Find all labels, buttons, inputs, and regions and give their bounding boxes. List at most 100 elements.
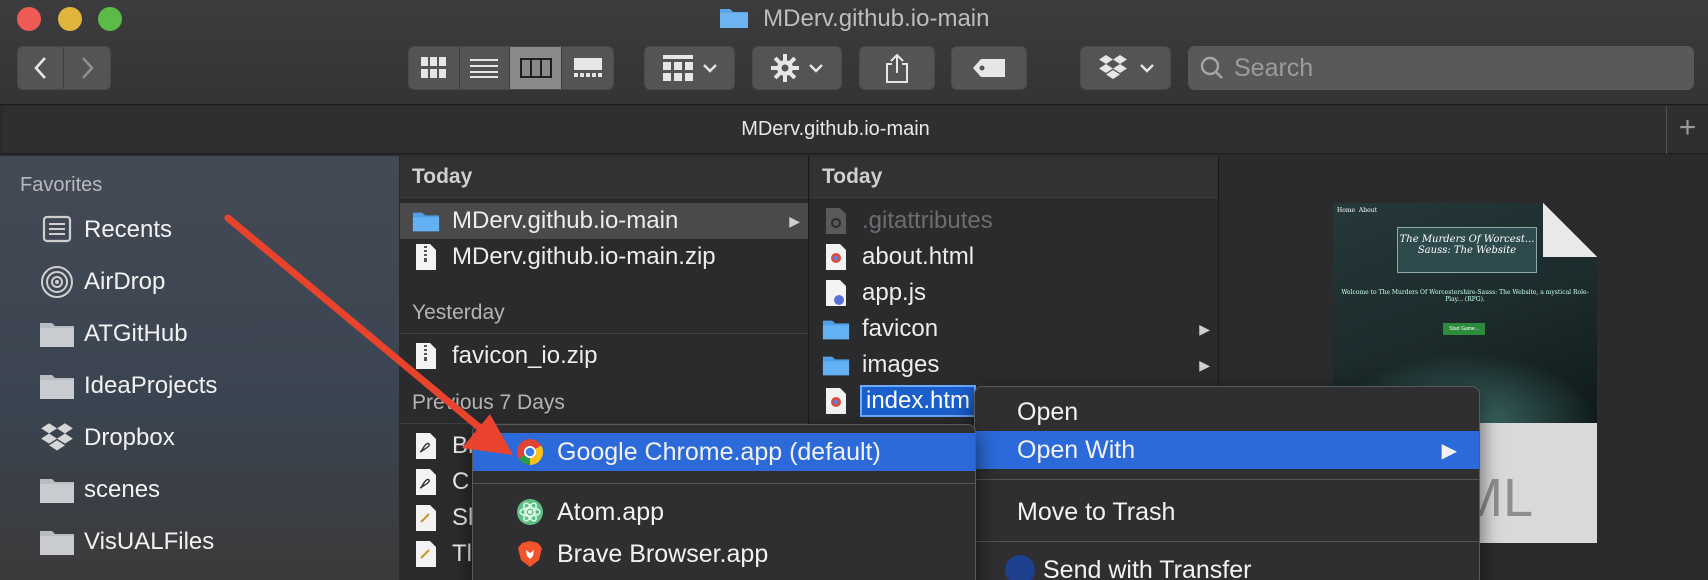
folder-icon bbox=[822, 350, 850, 380]
sidebar-item-atgithub[interactable]: ATGitHub bbox=[38, 314, 188, 354]
sidebar-item-recents[interactable]: Recents bbox=[38, 210, 172, 250]
preview-nav: Home About bbox=[1337, 207, 1377, 214]
item-label: .gitattributes bbox=[862, 207, 993, 234]
chevron-right-icon: ▶ bbox=[1199, 320, 1210, 337]
menu-item-label: Send with Transfer bbox=[1043, 555, 1252, 580]
script-file-icon bbox=[412, 503, 440, 533]
section-header-previous-7-days: Previous 7 Days bbox=[400, 382, 808, 424]
submenu-item-brave[interactable]: Brave Browser.app bbox=[473, 535, 975, 573]
preview-intro: Welcome to The Murders Of Worcestershire… bbox=[1341, 289, 1589, 303]
chevron-down-icon bbox=[1139, 64, 1154, 73]
brave-icon bbox=[515, 539, 545, 569]
pdf-file-icon bbox=[412, 467, 440, 497]
gear-icon bbox=[771, 54, 799, 82]
sidebar-item-dropbox[interactable]: Dropbox bbox=[38, 418, 175, 458]
chrome-icon bbox=[515, 437, 545, 467]
menu-item-label: Open With bbox=[1017, 435, 1136, 464]
dropbox-menu-button[interactable] bbox=[1080, 46, 1171, 90]
sidebar-item-label: VisUALFiles bbox=[84, 528, 215, 555]
list-item[interactable]: favicon ▶ bbox=[810, 311, 1218, 347]
script-file-icon bbox=[412, 539, 440, 569]
list-item[interactable]: app.js bbox=[810, 275, 1218, 311]
dropbox-icon bbox=[1098, 55, 1127, 79]
item-label: Sl bbox=[452, 504, 474, 531]
tag-icon bbox=[973, 59, 1005, 77]
chevron-left-icon bbox=[33, 57, 46, 79]
list-item[interactable]: MDerv.github.io-main.zip bbox=[400, 239, 808, 275]
gallery-icon bbox=[573, 58, 602, 77]
submenu-item-label: Atom.app bbox=[557, 497, 665, 526]
group-by-button[interactable] bbox=[644, 46, 735, 90]
sidebar-item-label: IdeaProjects bbox=[84, 372, 218, 399]
context-menu: Open Open With ▶ Move to Trash Send with… bbox=[974, 386, 1480, 580]
menu-item-send-with-transfer[interactable]: Send with Transfer bbox=[975, 551, 1479, 580]
settings-file-icon bbox=[822, 206, 850, 236]
sidebar-item-label: ATGitHub bbox=[84, 320, 188, 347]
recents-icon bbox=[38, 212, 76, 248]
html-file-icon bbox=[822, 242, 850, 272]
zip-file-icon bbox=[412, 341, 440, 371]
pdf-file-icon bbox=[412, 431, 440, 461]
item-label: Tl bbox=[452, 540, 472, 567]
list-view-button[interactable] bbox=[460, 47, 510, 89]
submenu-item-label: Google Chrome.app (default) bbox=[557, 437, 881, 466]
menu-item-open[interactable]: Open bbox=[975, 393, 1479, 431]
view-mode-control bbox=[408, 46, 614, 90]
new-tab-button[interactable]: + bbox=[1666, 106, 1708, 154]
html-file-icon bbox=[822, 386, 850, 416]
column-view-button[interactable] bbox=[510, 47, 563, 89]
list-item[interactable]: .gitattributes bbox=[810, 203, 1218, 239]
sidebar-item-label: AirDrop bbox=[84, 268, 166, 295]
page-curl-fold bbox=[1543, 203, 1597, 257]
action-menu-button[interactable] bbox=[752, 46, 842, 90]
forward-button[interactable] bbox=[64, 47, 110, 89]
sidebar-item-scenes[interactable]: scenes bbox=[38, 470, 160, 510]
item-label: favicon bbox=[862, 315, 939, 342]
submenu-item-atom[interactable]: Atom.app bbox=[473, 493, 975, 531]
window-titlebar: MDerv.github.io-main Search bbox=[0, 0, 1708, 105]
list-item[interactable]: favicon_io.zip bbox=[400, 338, 808, 374]
js-file-icon bbox=[822, 278, 850, 308]
preview-heading: The Murders Of Worcest... Sauss: The Web… bbox=[1397, 227, 1537, 273]
sidebar-item-visualfiles[interactable]: VisUALFiles bbox=[38, 522, 214, 562]
section-header-yesterday: Yesterday bbox=[400, 292, 808, 334]
list-item[interactable]: images ▶ bbox=[810, 347, 1218, 383]
menu-item-open-with[interactable]: Open With ▶ bbox=[975, 431, 1479, 469]
preview-start-button: Start Game... bbox=[1443, 323, 1485, 335]
menu-separator bbox=[473, 483, 975, 484]
sidebar-item-ideaprojects[interactable]: IdeaProjects bbox=[38, 366, 217, 406]
search-field[interactable]: Search bbox=[1188, 46, 1694, 90]
list-item[interactable]: MDerv.github.io-main ▶ bbox=[400, 203, 808, 239]
folder-icon bbox=[822, 314, 850, 344]
sidebar-item-label: scenes bbox=[84, 476, 161, 503]
share-button[interactable] bbox=[859, 46, 935, 90]
list-item[interactable]: about.html bbox=[810, 239, 1218, 275]
back-button[interactable] bbox=[18, 47, 64, 89]
search-icon bbox=[1200, 56, 1223, 79]
sidebar: Favorites Recents AirDrop ATGitHub IdeaP… bbox=[0, 156, 399, 580]
chevron-right-icon: ▶ bbox=[1199, 356, 1210, 373]
columns-icon bbox=[519, 58, 552, 78]
list-icon bbox=[470, 59, 499, 78]
open-with-submenu: Google Chrome.app (default) Atom.app Bra… bbox=[472, 424, 976, 580]
folder-icon bbox=[38, 316, 76, 352]
tags-button[interactable] bbox=[951, 46, 1027, 90]
submenu-item-google-chrome[interactable]: Google Chrome.app (default) bbox=[473, 433, 975, 471]
navigation-buttons bbox=[17, 46, 111, 90]
preview-nav-item: Home bbox=[1337, 207, 1356, 214]
folder-icon bbox=[719, 9, 748, 28]
item-label: images bbox=[862, 351, 940, 378]
tab-title[interactable]: MDerv.github.io-main bbox=[3, 118, 1668, 141]
atom-icon bbox=[515, 497, 545, 527]
item-label: index.htm bbox=[859, 385, 977, 417]
menu-item-move-to-trash[interactable]: Move to Trash bbox=[975, 493, 1479, 531]
window-title-text: MDerv.github.io-main bbox=[763, 5, 990, 32]
gallery-view-button[interactable] bbox=[562, 47, 613, 89]
sidebar-item-airdrop[interactable]: AirDrop bbox=[38, 262, 165, 302]
grid-icon bbox=[420, 57, 446, 78]
chevron-right-icon: ▶ bbox=[789, 212, 800, 229]
preview-nav-item: About bbox=[1358, 207, 1377, 214]
icon-view-button[interactable] bbox=[409, 47, 460, 89]
item-label: C bbox=[452, 468, 470, 495]
share-icon bbox=[886, 53, 908, 83]
